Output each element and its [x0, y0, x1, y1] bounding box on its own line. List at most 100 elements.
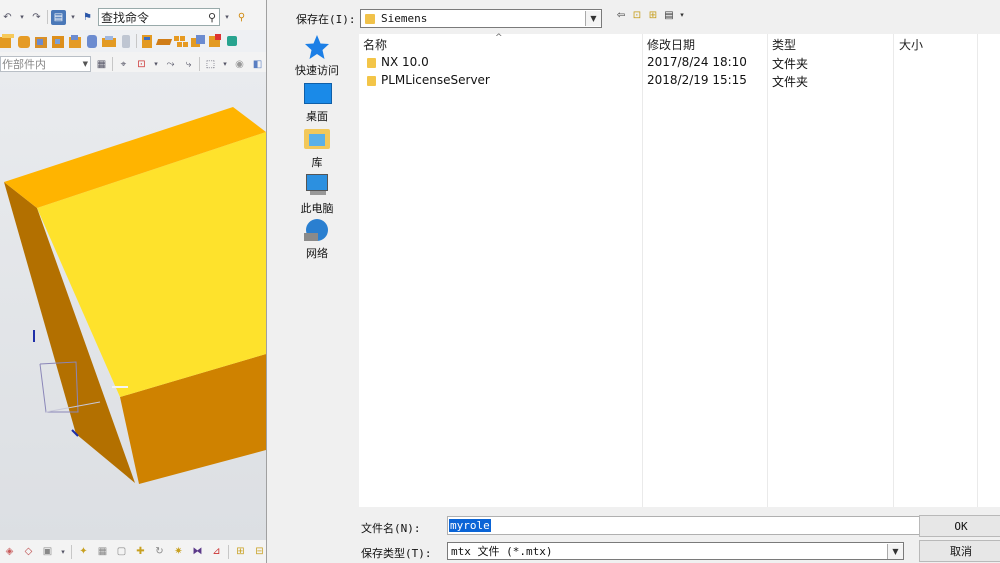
- cancel-button[interactable]: 取消: [919, 540, 1000, 562]
- file-row[interactable]: NX 10.0 2017/8/24 18:10 文件夹: [359, 54, 1000, 72]
- file-name-value: myrole: [449, 519, 491, 532]
- hole-icon[interactable]: [85, 34, 99, 48]
- subtract-icon[interactable]: [208, 34, 222, 48]
- file-list[interactable]: ^ 名称 修改日期 类型 大小 NX 10.0 2017/8/24 18:10 …: [359, 33, 1000, 507]
- up-folder-icon[interactable]: ⊡: [631, 9, 643, 21]
- find-icon[interactable]: ⚲: [234, 10, 249, 25]
- folder-icon: [365, 13, 375, 24]
- assembly-icon[interactable]: ⊞: [233, 544, 248, 559]
- save-in-label: 保存在(I):: [296, 13, 356, 26]
- lasso-icon[interactable]: ⤳: [163, 57, 178, 72]
- rectangle-dropdown-icon[interactable]: ▾: [221, 57, 229, 72]
- boss-icon[interactable]: [68, 34, 82, 48]
- redo-icon[interactable]: ↷: [29, 10, 44, 25]
- file-name-input[interactable]: myrole: [447, 516, 920, 535]
- general-point-icon[interactable]: ⊡: [134, 57, 149, 72]
- column-divider: [893, 34, 894, 507]
- new-folder-icon[interactable]: ⊞: [647, 9, 659, 21]
- cylinder-icon[interactable]: [17, 34, 31, 48]
- dialog-nav-toolbar: ⇦ ⊡ ⊞ ▤ ▾: [615, 9, 685, 21]
- column-header-name[interactable]: 名称: [363, 34, 387, 54]
- file-name-label: 文件名(N):: [361, 522, 421, 535]
- touch-mode-icon[interactable]: ⚑: [80, 10, 95, 25]
- rectangle-select-icon[interactable]: ⬚: [203, 57, 218, 72]
- graphics-viewport[interactable]: [0, 72, 266, 540]
- chevron-down-icon[interactable]: ▼: [887, 543, 903, 559]
- save-file-dialog: 保存在(I): Siemens ▼ ⇦ ⊡ ⊞ ▤ ▾ 快速访问 桌面 库 此电…: [266, 0, 1000, 563]
- place-label: 网络: [306, 247, 328, 260]
- separator: [71, 544, 72, 559]
- chevron-down-icon[interactable]: ▼: [585, 11, 601, 26]
- rotate-icon[interactable]: ↻: [152, 544, 167, 559]
- place-computer[interactable]: 此电脑: [281, 172, 353, 216]
- pan-icon[interactable]: ✦: [76, 544, 91, 559]
- place-label: 库: [311, 156, 323, 169]
- cone-icon[interactable]: [34, 34, 48, 48]
- sew-icon[interactable]: [225, 34, 239, 48]
- snap-dropdown-icon[interactable]: ▾: [152, 57, 160, 72]
- command-search-input[interactable]: 查找命令 ⚲: [98, 8, 220, 26]
- section-icon[interactable]: ⧓: [190, 544, 205, 559]
- orient-icon[interactable]: ▦: [95, 544, 110, 559]
- file-name: NX 10.0: [381, 55, 429, 69]
- pad-icon[interactable]: [119, 34, 133, 48]
- lighting-icon[interactable]: ✷: [171, 544, 186, 559]
- select-icon[interactable]: ◈: [2, 544, 17, 559]
- column-header-type[interactable]: 类型: [772, 34, 796, 54]
- shade-dropdown-icon[interactable]: ▾: [59, 544, 67, 559]
- view-menu-icon[interactable]: ▤: [663, 9, 675, 21]
- revolve-icon[interactable]: [155, 34, 173, 48]
- column-header-date[interactable]: 修改日期: [647, 34, 695, 54]
- back-arrow-icon[interactable]: ⇦: [615, 9, 627, 21]
- folder-icon: [367, 76, 376, 86]
- separator: [112, 57, 113, 71]
- block-icon[interactable]: [0, 34, 14, 48]
- network-icon: [304, 217, 330, 243]
- star-icon: [304, 34, 330, 60]
- component-icon[interactable]: ⊟: [252, 544, 266, 559]
- window-dropdown-icon[interactable]: ▾: [69, 10, 77, 25]
- search-icon[interactable]: ⚲: [208, 11, 219, 24]
- view-cube-icon[interactable]: ◧: [250, 57, 265, 72]
- search-dropdown-icon[interactable]: ▾: [223, 10, 231, 25]
- feature-toolbar: [0, 30, 266, 52]
- add-view-icon[interactable]: ✚: [133, 544, 148, 559]
- computer-icon: [304, 172, 330, 198]
- window-icon[interactable]: ▤: [51, 9, 66, 25]
- quick-access-toolbar: ↶ ▾ ↷ ▤ ▾ ⚑ 查找命令 ⚲ ▾ ⚲: [0, 6, 266, 28]
- place-network[interactable]: 网络: [281, 217, 353, 261]
- view-menu-dropdown-icon[interactable]: ▾: [679, 9, 685, 21]
- sphere-icon[interactable]: [51, 34, 65, 48]
- file-type-select[interactable]: mtx 文件 (*.mtx) ▼: [447, 542, 904, 560]
- pocket-icon[interactable]: [102, 34, 116, 48]
- undo-icon[interactable]: ↶: [0, 10, 15, 25]
- wireframe-icon[interactable]: ◇: [21, 544, 36, 559]
- place-label: 此电脑: [300, 202, 334, 215]
- snap-point-icon[interactable]: ⌖: [116, 57, 131, 72]
- part-filter-select[interactable]: 作部件内 ▼: [0, 56, 91, 72]
- curve-rule-icon[interactable]: ⤷: [181, 57, 196, 72]
- clip-icon[interactable]: ⊿: [209, 544, 224, 559]
- place-library[interactable]: 库: [281, 126, 353, 170]
- extrude-icon[interactable]: [140, 34, 154, 48]
- shaded-icon[interactable]: ▣: [40, 544, 55, 559]
- ok-button[interactable]: OK: [919, 515, 1000, 537]
- place-quick-access[interactable]: 快速访问: [281, 34, 353, 78]
- separator: [136, 34, 137, 48]
- file-row[interactable]: PLMLicenseServer 2018/2/19 15:15 文件夹: [359, 72, 1000, 90]
- sort-ascending-icon: ^: [495, 33, 503, 43]
- file-type: 文件夹: [772, 75, 809, 89]
- fit-icon[interactable]: ▢: [114, 544, 129, 559]
- pattern-icon[interactable]: [174, 34, 188, 48]
- save-in-select[interactable]: Siemens ▼: [360, 9, 602, 28]
- show-hide-icon[interactable]: ◉: [232, 57, 247, 72]
- file-date: 2017/8/24 18:10: [647, 55, 747, 69]
- unite-icon[interactable]: [191, 34, 205, 48]
- undo-dropdown-icon[interactable]: ▾: [18, 10, 26, 25]
- part-filter-value: 作部件内: [2, 58, 46, 71]
- select-filter-icon[interactable]: ▦: [94, 57, 109, 72]
- solid-model: [4, 107, 266, 484]
- column-header-size[interactable]: 大小: [899, 34, 923, 54]
- separator: [228, 544, 229, 559]
- place-desktop[interactable]: 桌面: [281, 80, 353, 124]
